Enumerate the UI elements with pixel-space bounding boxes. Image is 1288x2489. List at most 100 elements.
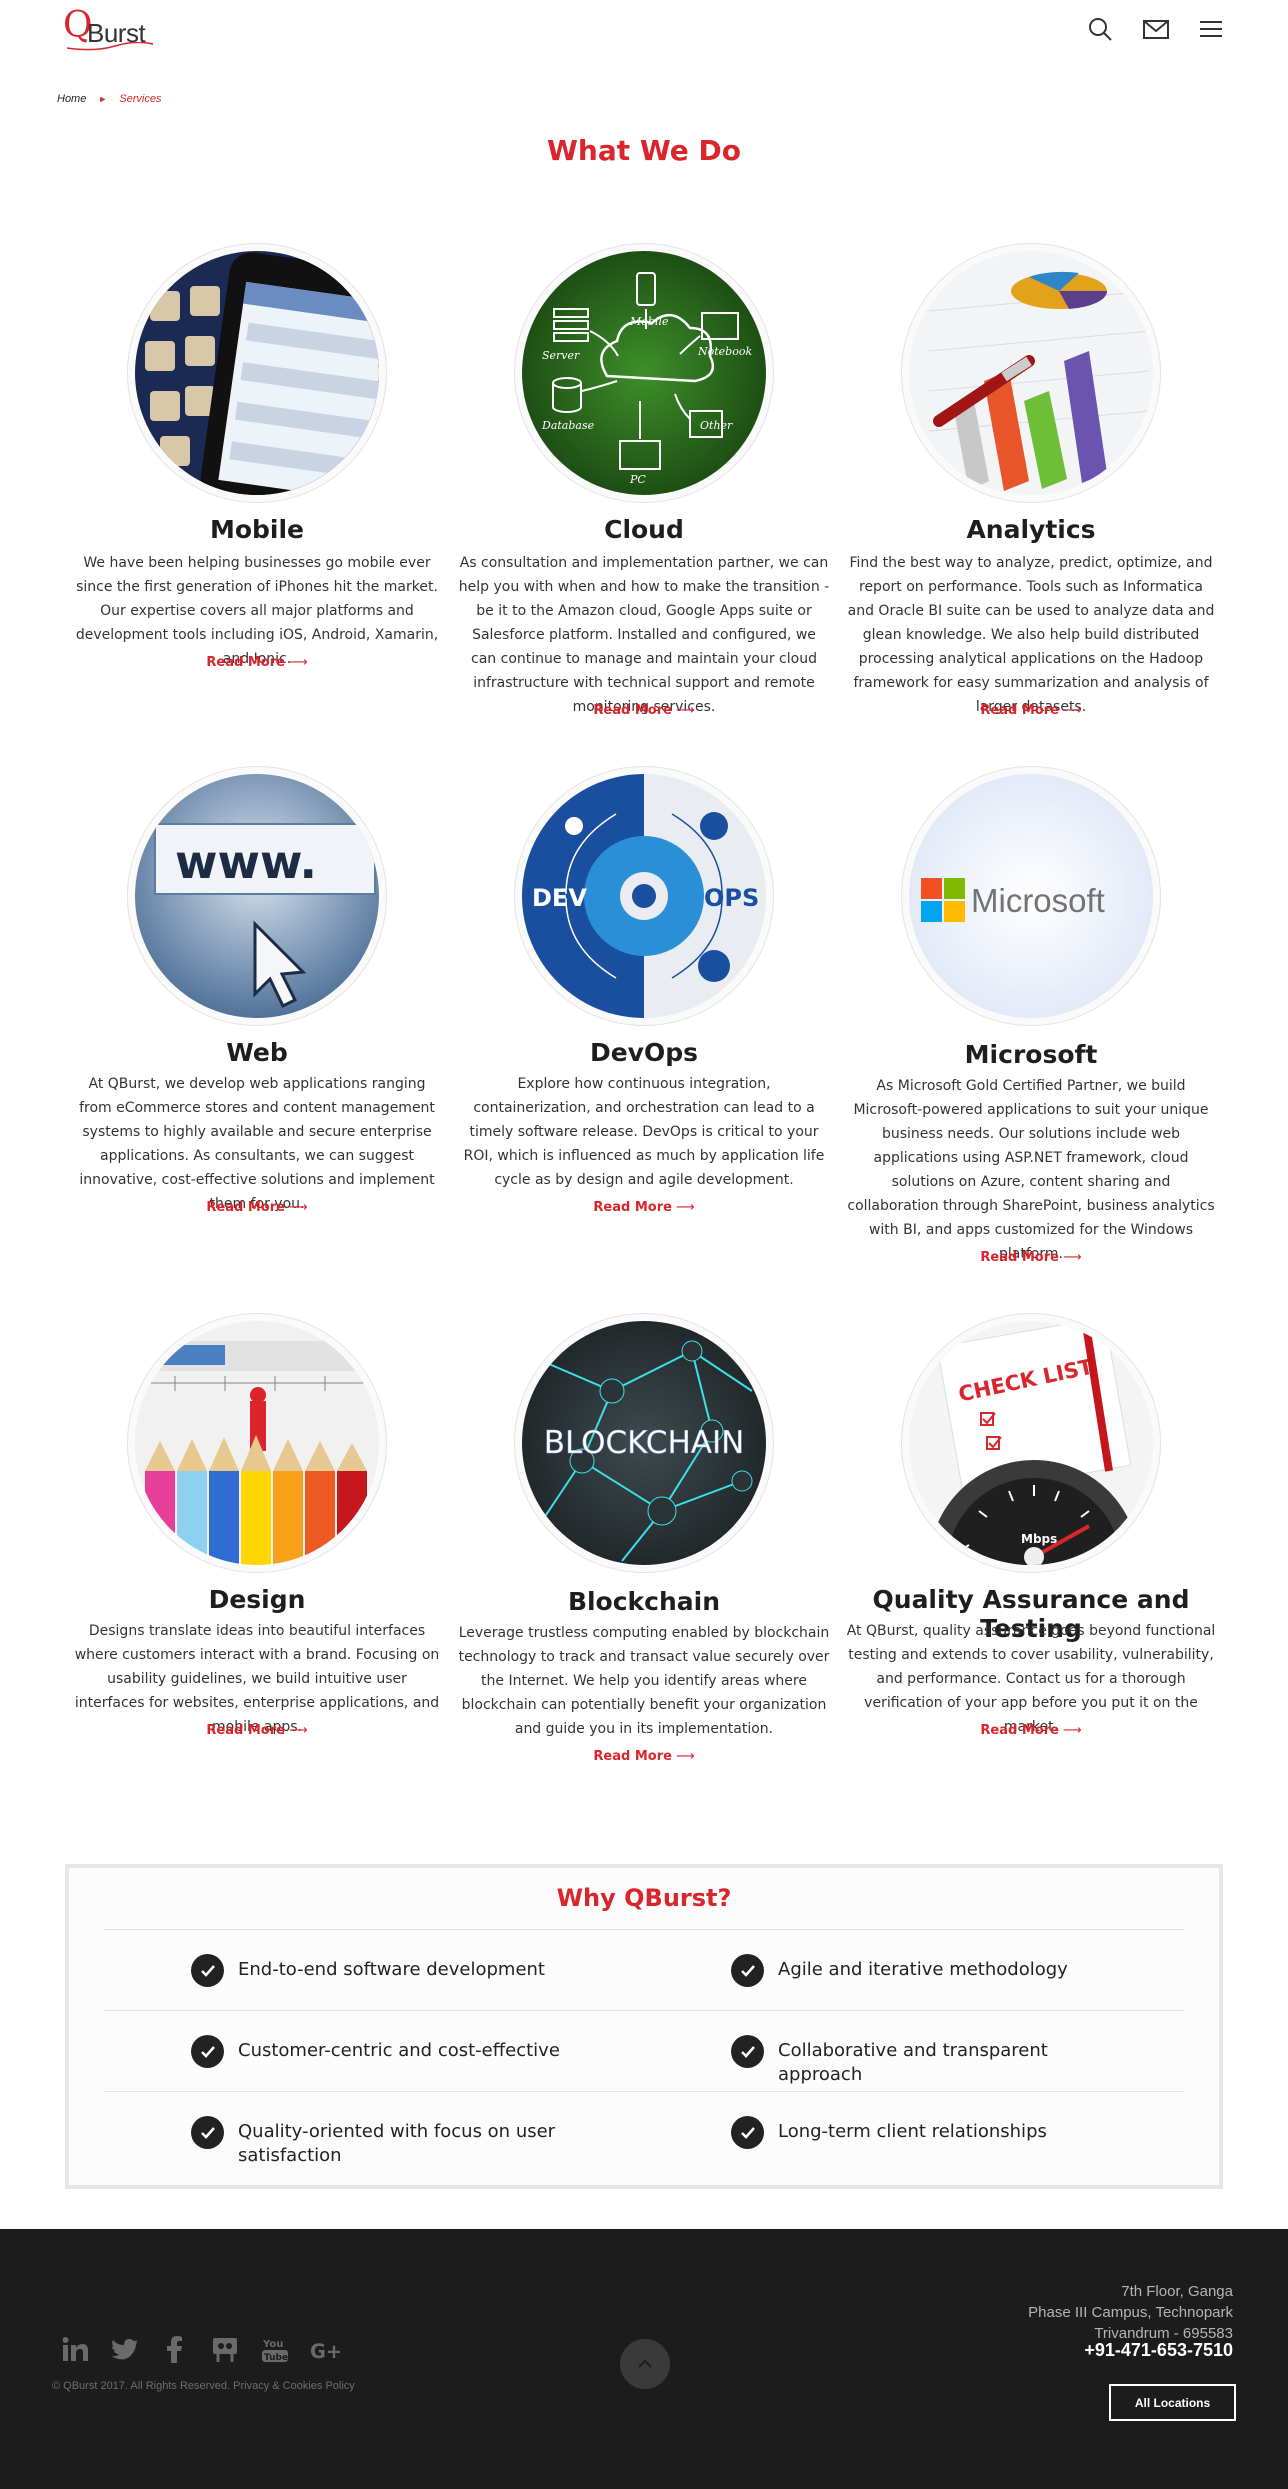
why-item: Customer-centric and cost-effective [191,2035,591,2068]
read-more-label: Read More [980,703,1059,718]
read-more-label: Read More [206,1723,285,1738]
read-more-link[interactable]: Read More ⟶ [458,703,830,718]
read-more-link[interactable]: Read More ⟶ [71,1200,443,1215]
read-more-label: Read More [980,1723,1059,1738]
qburst-logo[interactable]: Q Burst [63,6,163,51]
breadcrumb: Home ► Services [57,93,161,105]
why-item: Quality-oriented with focus on user sati… [191,2116,571,2168]
cloud-label-pc: PC [629,473,646,486]
arrow-right-icon: ⟶ [675,1200,695,1215]
breadcrumb-home[interactable]: Home [57,93,86,105]
microsoft-image: Microsoft [901,766,1161,1026]
analytics-image [901,243,1161,503]
checkmark-icon [731,2035,764,2068]
facebook-icon[interactable] [160,2335,190,2365]
checkmark-icon [191,1954,224,1987]
read-more-link[interactable]: Read More ⟶ [845,1723,1217,1738]
why-title: Why QBurst? [556,1884,732,1912]
phone-number[interactable]: +91-471-653-7510 [1084,2340,1233,2361]
service-description: At QBurst, we develop web applications r… [79,1076,435,1212]
why-item-label: Long-term client relationships [778,2121,1047,2142]
google-plus-icon[interactable]: G+ [310,2335,340,2365]
mail-icon[interactable] [1141,14,1171,44]
service-title: Analytics [966,515,1096,544]
qa-gauge-unit: Mbps [1021,1532,1057,1546]
devops-label-ops: OPS [704,884,759,912]
address-line: 7th Floor, Ganga [1121,2283,1233,2300]
why-item: Agile and iterative methodology [731,1954,1131,1987]
privacy-policy-link[interactable]: Privacy & Cookies Policy [233,2380,355,2392]
arrow-right-icon: ⟶ [1062,1723,1082,1738]
all-locations-button[interactable]: All Locations [1109,2384,1236,2421]
svg-text:Tube: Tube [264,2353,288,2363]
service-description: As Microsoft Gold Certified Partner, we … [847,1078,1215,1262]
office-address: 7th Floor, Ganga Phase III Campus, Techn… [1028,2281,1233,2344]
devops-label-dev: DEV [532,884,587,912]
read-more-label: Read More [206,655,285,670]
web-image: www. [127,766,387,1026]
read-more-link[interactable]: Read More ⟶ [71,655,443,670]
read-more-label: Read More [593,1749,672,1764]
service-title: Mobile [209,515,305,544]
service-description: Explore how continuous integration, cont… [463,1076,825,1188]
read-more-link[interactable]: Read More ⟶ [845,703,1217,718]
arrow-right-icon: ⟶ [675,1749,695,1764]
arrow-right-icon: ⟶ [288,655,308,670]
service-description: Leverage trustless computing enabled by … [458,1625,830,1737]
service-title: Cloud [604,515,684,544]
read-more-label: Read More [206,1200,285,1215]
chevron-up-icon [638,2359,652,2368]
qa-image: CHECK LIST Mbps [901,1313,1161,1573]
read-more-label: Read More [593,703,672,718]
why-item-label: Agile and iterative methodology [778,1959,1068,1980]
read-more-label: Read More [980,1250,1059,1265]
scroll-to-top-button[interactable] [620,2339,670,2389]
copyright: © QBurst 2017. All Rights Reserved. Priv… [52,2380,355,2392]
service-description: Find the best way to analyze, predict, o… [847,555,1215,715]
checkmark-icon [731,2116,764,2149]
checkmark-icon [191,2035,224,2068]
service-description: Designs translate ideas into beautiful i… [74,1623,440,1735]
checkmark-icon [731,1954,764,1987]
service-title: DevOps [589,1038,699,1067]
devops-image: DEV OPS [514,766,774,1026]
read-more-link[interactable]: Read More ⟶ [458,1200,830,1215]
slideshare-icon[interactable] [210,2335,240,2365]
service-title: Microsoft [964,1040,1098,1069]
why-item: Collaborative and transparent approach [731,2035,1131,2087]
social-links: You Tube G+ [60,2335,340,2365]
why-item-label: Customer-centric and cost-effective [238,2040,560,2061]
blockchain-image: BLOCKCHAIN [514,1313,774,1573]
web-www-text: www. [175,835,317,889]
site-header: Q Burst [0,0,1288,60]
svg-text:G+: G+ [310,2340,340,2363]
cloud-label-notebook: Notebook [697,345,752,358]
cloud-image: Server Mobile Notebook Database Other PC [514,243,774,503]
service-title: Design [208,1585,306,1614]
microsoft-wordmark: Microsoft [971,882,1105,919]
menu-icon[interactable] [1196,14,1226,44]
linkedin-icon[interactable] [60,2335,90,2365]
arrow-right-icon: ⟶ [288,1200,308,1215]
service-title: Web [226,1038,288,1067]
read-more-link[interactable]: Read More ⟶ [71,1723,443,1738]
cloud-label-server: Server [542,349,580,362]
read-more-label: Read More [593,1200,672,1215]
service-description: At QBurst, quality assurance goes beyond… [846,1623,1216,1735]
read-more-link[interactable]: Read More ⟶ [845,1250,1217,1265]
read-more-link[interactable]: Read More ⟶ [458,1749,830,1764]
why-item: End-to-end software development [191,1954,591,1987]
why-qburst-box: Why QBurst? End-to-end software developm… [65,1864,1223,2189]
twitter-icon[interactable] [110,2335,140,2365]
search-icon[interactable] [1085,14,1115,44]
youtube-icon[interactable]: You Tube [260,2335,290,2365]
arrow-right-icon: ⟶ [675,703,695,718]
breadcrumb-current: Services [119,93,162,105]
svg-text:You: You [262,2339,283,2350]
arrow-right-icon: ⟶ [1062,703,1082,718]
copyright-text: © QBurst 2017. All Rights Reserved. [52,2380,231,2392]
why-item-label: Quality-oriented with focus on user sati… [238,2121,556,2166]
address-line: Phase III Campus, Technopark [1028,2304,1233,2321]
arrow-right-icon: ⟶ [288,1723,308,1738]
cloud-label-mobile: Mobile [629,315,669,328]
